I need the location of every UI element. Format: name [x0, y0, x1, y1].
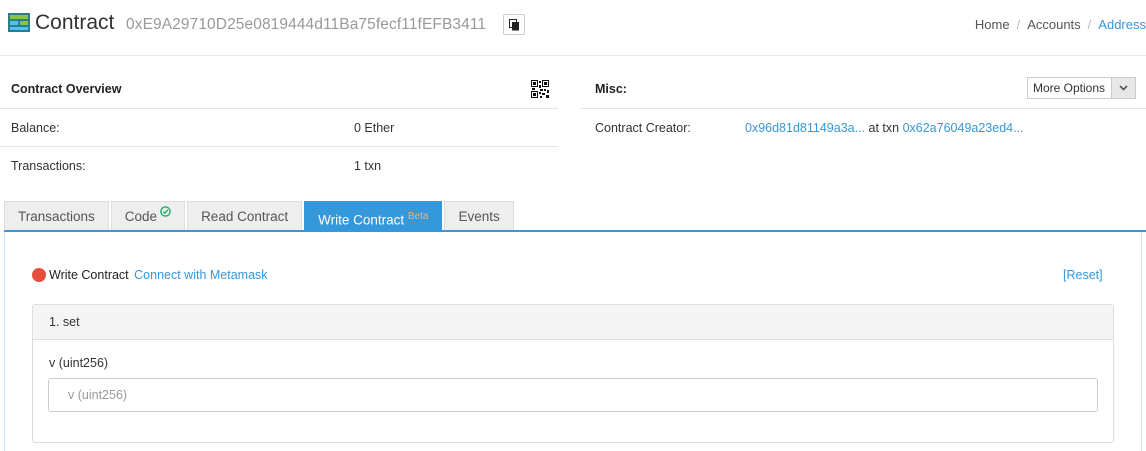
connect-metamask-link[interactable]: Connect with Metamask [134, 268, 267, 282]
verified-check-icon [160, 206, 171, 217]
tab-read-contract[interactable]: Read Contract [187, 201, 303, 231]
at-txn-text: at txn [868, 121, 900, 135]
transactions-label: Transactions: [11, 159, 86, 173]
breadcrumb-accounts[interactable]: Accounts [1027, 17, 1080, 32]
contract-creator-label: Contract Creator: [595, 121, 691, 135]
contract-logo-icon [8, 13, 30, 32]
overview-title: Contract Overview [11, 82, 122, 96]
contract-creator-value: 0x96d81d81149a3a... at txn 0x62a76049a23… [745, 121, 1024, 135]
tab-write-contract[interactable]: Write Contract Beta [304, 201, 443, 231]
contract-tabs: Transactions Code Read Contract Write Co… [4, 201, 516, 231]
beta-badge: Beta [407, 211, 429, 222]
chevron-down-icon [1111, 78, 1135, 98]
contract-address: 0xE9A29710D25e0819444d11Ba75fecf11fEFB34… [126, 16, 487, 33]
tab-read-contract-label: Read Contract [201, 209, 289, 224]
breadcrumb: Home / Accounts / Address [974, 17, 1146, 32]
qr-code-icon[interactable] [531, 80, 549, 98]
creator-txn-link[interactable]: 0x62a76049a23ed4... [903, 121, 1024, 135]
tab-transactions-label: Transactions [18, 209, 95, 224]
tab-transactions[interactable]: Transactions [4, 201, 109, 231]
function-card: 1. set v (uint256) [32, 304, 1114, 443]
copy-address-button[interactable] [503, 14, 525, 35]
tab-write-contract-label: Write Contract [318, 212, 405, 228]
page-header: Contract 0xE9A29710D25e0819444d11Ba75fec… [0, 0, 1146, 56]
transactions-row: Transactions: 1 txn [0, 146, 558, 184]
balance-value: 0 Ether [354, 121, 395, 135]
write-contract-label: Write Contract [49, 268, 129, 282]
more-options-label: More Options [1033, 81, 1106, 95]
reset-link[interactable]: [Reset] [1063, 268, 1103, 282]
tab-events[interactable]: Events [444, 201, 514, 231]
function-header[interactable]: 1. set [33, 305, 1113, 340]
balance-label: Balance: [11, 121, 60, 135]
creator-address-link[interactable]: 0x96d81d81149a3a... [745, 121, 865, 135]
misc-title: Misc: [595, 82, 627, 96]
transactions-value: 1 txn [354, 159, 382, 173]
breadcrumb-address: Address [1098, 17, 1146, 32]
more-options-button[interactable]: More Options [1027, 77, 1136, 99]
tab-code[interactable]: Code [110, 201, 186, 231]
breadcrumb-home[interactable]: Home [975, 17, 1010, 32]
tab-code-label: Code [124, 209, 158, 224]
parameter-input[interactable] [48, 378, 1098, 412]
parameter-label: v (uint256) [49, 356, 109, 370]
write-contract-status: Write Contract Connect with Metamask [32, 268, 268, 282]
tab-events-label: Events [458, 209, 500, 224]
balance-row: Balance: 0 Ether [0, 108, 558, 146]
page-title: Contract [35, 11, 115, 34]
status-dot-icon [32, 268, 46, 282]
contract-creator-row: Contract Creator: 0x96d81d81149a3a... at… [580, 108, 1146, 146]
copy-icon [508, 18, 519, 30]
